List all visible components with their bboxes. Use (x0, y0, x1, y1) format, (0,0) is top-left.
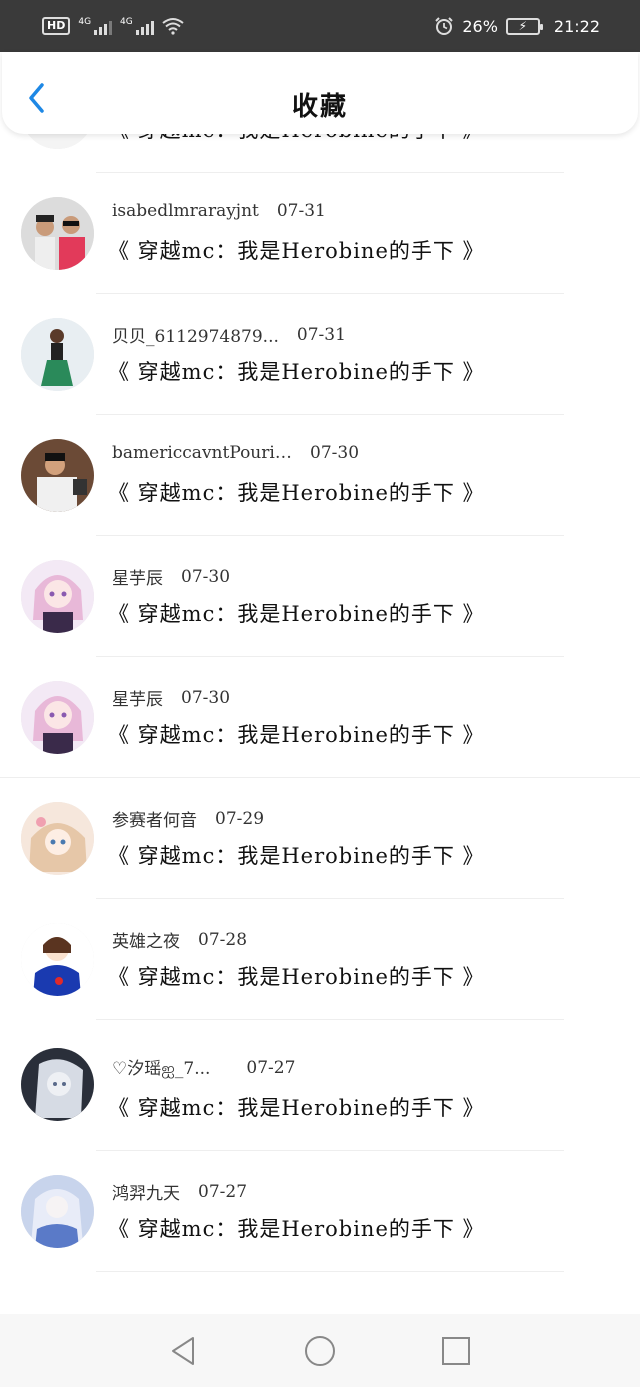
triangle-back-icon (172, 1337, 194, 1365)
hd-badge: HD (42, 17, 71, 35)
book-title[interactable]: 《 穿越mc：我是Herobine的手下 》 (108, 719, 485, 749)
square-recents-icon (442, 1337, 470, 1365)
item-meta: 贝贝_6112974879... 07-31 (112, 322, 346, 348)
username[interactable]: 英雄之夜 (112, 927, 180, 952)
wifi-icon (162, 18, 184, 35)
list-item[interactable]: 鸿羿九天 07-27 《 穿越mc：我是Herobine的手下 》 (0, 1151, 640, 1272)
date: 07-27 (246, 1057, 296, 1078)
date: 07-27 (198, 1181, 248, 1202)
clock: 21:22 (553, 16, 600, 36)
status-left: HD 4G 4G (42, 17, 184, 35)
avatar[interactable] (21, 802, 94, 875)
book-title[interactable]: 《 穿越mc：我是Herobine的手下 》 (108, 356, 485, 386)
favorites-list-inner: 《 穿越mc：我是Herobine的手下 》 isabedlmrarayjnt … (0, 52, 640, 1272)
list-item[interactable]: ♡汐瑶ஐ_7... 07-27 《 穿越mc：我是Herobine的手下 》 (0, 1020, 640, 1151)
username[interactable]: 鸿羿九天 (112, 1179, 180, 1204)
nav-recents-button[interactable] (439, 1334, 473, 1368)
item-meta: 参赛者何音 07-29 (112, 806, 265, 832)
divider (96, 1271, 564, 1272)
avatar[interactable] (21, 1048, 94, 1121)
item-meta: isabedlmrarayjnt 07-31 (112, 201, 326, 221)
date: 07-31 (276, 201, 326, 221)
list-item[interactable]: 英雄之夜 07-28 《 穿越mc：我是Herobine的手下 》 (0, 899, 640, 1020)
battery-icon: ⚡ (505, 17, 543, 35)
book-title[interactable]: 《 穿越mc：我是Herobine的手下 》 (108, 477, 485, 507)
system-nav-bar (0, 1314, 640, 1387)
item-meta: bamericcavntPourister 07-30 (112, 443, 359, 463)
avatar[interactable] (21, 439, 94, 512)
date: 07-29 (215, 808, 265, 829)
date: 07-30 (181, 566, 231, 587)
item-meta: ♡汐瑶ஐ_7... 07-27 (112, 1054, 295, 1081)
avatar[interactable] (21, 923, 94, 996)
item-meta: 星芋辰 07-30 (112, 685, 231, 711)
username[interactable]: ♡汐瑶ஐ_7... (112, 1054, 210, 1081)
list-item[interactable]: bamericcavntPourister 07-30 《 穿越mc：我是Her… (0, 415, 640, 536)
status-right: 26% ⚡ 21:22 (434, 16, 600, 36)
avatar[interactable] (21, 197, 94, 270)
network-type-2: 4G (120, 17, 133, 27)
date: 07-30 (310, 443, 360, 463)
network-type-1: 4G (78, 17, 92, 27)
username[interactable]: isabedlmrarayjnt (112, 201, 259, 221)
date: 07-31 (296, 324, 346, 345)
username[interactable]: bamericcavntPourister (112, 443, 292, 463)
nav-home-button[interactable] (303, 1334, 337, 1368)
date: 07-28 (198, 929, 248, 950)
date: 07-30 (181, 687, 231, 708)
page-title: 收藏 (291, 92, 348, 122)
list-item[interactable]: 参赛者何音 07-29 《 穿越mc：我是Herobine的手下 》 (0, 778, 640, 899)
item-meta: 星芋辰 07-30 (112, 564, 231, 590)
list-item[interactable]: 星芋辰 07-30 《 穿越mc：我是Herobine的手下 》 (0, 536, 640, 657)
book-title[interactable]: 《 穿越mc：我是Herobine的手下 》 (108, 1092, 485, 1122)
alarm-icon (435, 17, 454, 35)
signal-1-icon: 4G (78, 17, 113, 35)
username[interactable]: 参赛者何音 (112, 806, 197, 831)
list-item[interactable]: 星芋辰 07-30 《 穿越mc：我是Herobine的手下 》 (0, 657, 640, 778)
signal-2-icon: 4G (120, 17, 154, 35)
username[interactable]: 星芋辰 (112, 685, 163, 710)
username[interactable]: 贝贝_6112974879... (112, 322, 279, 347)
book-title[interactable]: 《 穿越mc：我是Herobine的手下 》 (108, 235, 485, 265)
nav-back-button[interactable] (167, 1334, 201, 1368)
book-title[interactable]: 《 穿越mc：我是Herobine的手下 》 (108, 961, 485, 991)
list-item[interactable]: 贝贝_6112974879... 07-31 《 穿越mc：我是Herobine… (0, 294, 640, 415)
book-title[interactable]: 《 穿越mc：我是Herobine的手下 》 (108, 598, 485, 628)
item-meta: 英雄之夜 07-28 (112, 927, 248, 953)
avatar[interactable] (21, 560, 94, 633)
avatar[interactable] (21, 681, 94, 754)
item-meta: 鸿羿九天 07-27 (112, 1179, 248, 1205)
username[interactable]: 星芋辰 (112, 564, 163, 589)
avatar[interactable] (21, 318, 94, 391)
list-item[interactable]: isabedlmrarayjnt 07-31 《 穿越mc：我是Herobine… (0, 173, 640, 294)
book-title[interactable]: 《 穿越mc：我是Herobine的手下 》 (108, 1213, 485, 1243)
avatar[interactable] (21, 1175, 94, 1248)
circle-home-icon (305, 1336, 335, 1366)
book-title[interactable]: 《 穿越mc：我是Herobine的手下 》 (108, 840, 485, 870)
favorites-list[interactable]: 《 穿越mc：我是Herobine的手下 》 isabedlmrarayjnt … (0, 52, 640, 1314)
app-header: 收藏 (2, 52, 638, 134)
status-bar: HD 4G 4G 26% ⚡ 21:22 (0, 0, 640, 52)
battery-percent: 26% (462, 16, 498, 36)
